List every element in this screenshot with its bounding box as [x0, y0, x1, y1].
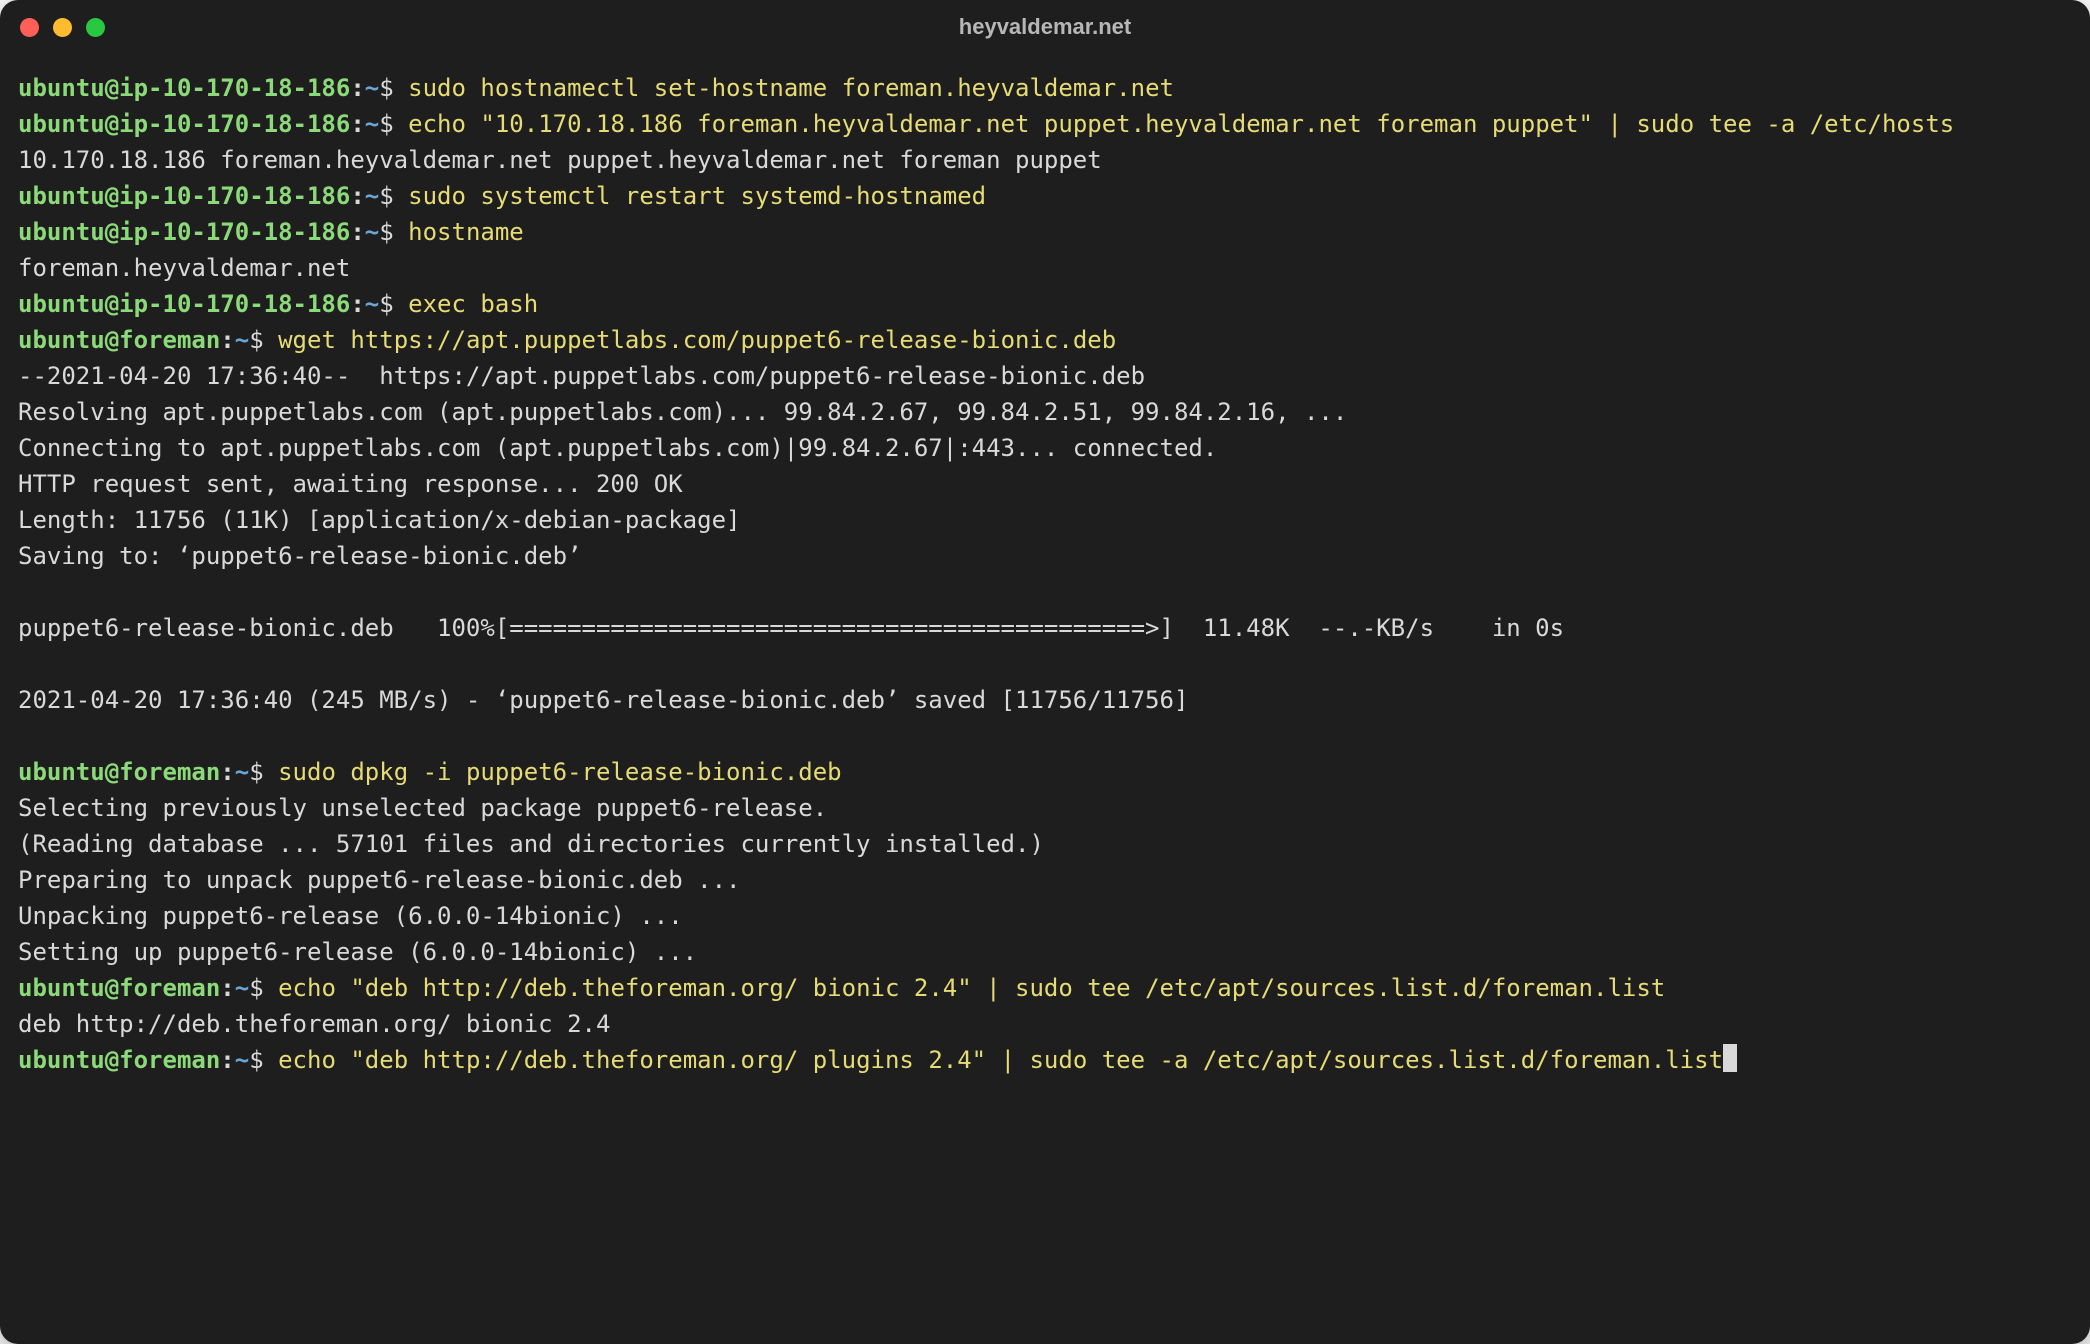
prompt-path: ~: [365, 290, 379, 318]
prompt-colon: :: [350, 290, 364, 318]
output-line: Connecting to apt.puppetlabs.com (apt.pu…: [18, 434, 1217, 462]
output-line: 10.170.18.186 foreman.heyvaldemar.net pu…: [18, 146, 1102, 174]
prompt-colon: :: [350, 182, 364, 210]
terminal-body[interactable]: ubuntu@ip-10-170-18-186:~$ sudo hostname…: [0, 54, 2090, 1096]
output-line: Preparing to unpack puppet6-release-bion…: [18, 866, 740, 894]
command-line: sudo dpkg -i puppet6-release-bionic.deb: [278, 758, 842, 786]
prompt-user: ubuntu@ip-10-170-18-186: [18, 110, 350, 138]
command-line: wget https://apt.puppetlabs.com/puppet6-…: [278, 326, 1116, 354]
prompt-path: ~: [235, 326, 249, 354]
output-line: Resolving apt.puppetlabs.com (apt.puppet…: [18, 398, 1347, 426]
output-line: foreman.heyvaldemar.net: [18, 254, 350, 282]
output-line: Saving to: ‘puppet6-release-bionic.deb’: [18, 542, 582, 570]
output-line: deb http://deb.theforeman.org/ bionic 2.…: [18, 1010, 610, 1038]
output-line: Selecting previously unselected package …: [18, 794, 827, 822]
command-line: echo "deb http://deb.theforeman.org/ bio…: [278, 974, 1665, 1002]
prompt-path: ~: [235, 974, 249, 1002]
output-line: HTTP request sent, awaiting response... …: [18, 470, 683, 498]
output-line: Setting up puppet6-release (6.0.0-14bion…: [18, 938, 697, 966]
prompt-colon: :: [220, 1046, 234, 1074]
prompt-colon: :: [220, 326, 234, 354]
command-line: hostname: [408, 218, 524, 246]
terminal-window: heyvaldemar.net ubuntu@ip-10-170-18-186:…: [0, 0, 2090, 1344]
command-line: exec bash: [408, 290, 538, 318]
prompt-user: ubuntu@ip-10-170-18-186: [18, 290, 350, 318]
prompt-dollar: $: [379, 182, 408, 210]
prompt-user: ubuntu@foreman: [18, 974, 220, 1002]
close-icon[interactable]: [20, 18, 39, 37]
command-line: sudo hostnamectl set-hostname foreman.he…: [408, 74, 1174, 102]
prompt-user: ubuntu@foreman: [18, 758, 220, 786]
prompt-user: ubuntu@foreman: [18, 326, 220, 354]
output-line: 2021-04-20 17:36:40 (245 MB/s) - ‘puppet…: [18, 686, 1188, 714]
prompt-dollar: $: [379, 74, 408, 102]
prompt-path: ~: [365, 110, 379, 138]
prompt-dollar: $: [379, 218, 408, 246]
prompt-dollar: $: [249, 326, 278, 354]
maximize-icon[interactable]: [86, 18, 105, 37]
prompt-user: ubuntu@ip-10-170-18-186: [18, 182, 350, 210]
prompt-dollar: $: [249, 758, 278, 786]
command-line: echo "10.170.18.186 foreman.heyvaldemar.…: [408, 110, 1954, 138]
prompt-path: ~: [365, 74, 379, 102]
prompt-user: ubuntu@foreman: [18, 1046, 220, 1074]
minimize-icon[interactable]: [53, 18, 72, 37]
prompt-path: ~: [235, 1046, 249, 1074]
output-line: --2021-04-20 17:36:40-- https://apt.pupp…: [18, 362, 1145, 390]
output-line: Length: 11756 (11K) [application/x-debia…: [18, 506, 740, 534]
output-line: Unpacking puppet6-release (6.0.0-14bioni…: [18, 902, 683, 930]
command-line: sudo systemctl restart systemd-hostnamed: [408, 182, 986, 210]
prompt-colon: :: [350, 74, 364, 102]
prompt-colon: :: [350, 110, 364, 138]
prompt-dollar: $: [249, 1046, 278, 1074]
cursor-icon: [1723, 1044, 1737, 1072]
prompt-colon: :: [220, 758, 234, 786]
prompt-path: ~: [365, 218, 379, 246]
output-line: (Reading database ... 57101 files and di…: [18, 830, 1044, 858]
prompt-dollar: $: [249, 974, 278, 1002]
prompt-path: ~: [365, 182, 379, 210]
prompt-path: ~: [235, 758, 249, 786]
prompt-dollar: $: [379, 290, 408, 318]
prompt-colon: :: [220, 974, 234, 1002]
prompt-user: ubuntu@ip-10-170-18-186: [18, 218, 350, 246]
window-titlebar: heyvaldemar.net: [0, 0, 2090, 54]
prompt-colon: :: [350, 218, 364, 246]
prompt-user: ubuntu@ip-10-170-18-186: [18, 74, 350, 102]
output-line: puppet6-release-bionic.deb 100%[========…: [18, 614, 1564, 642]
prompt-dollar: $: [379, 110, 408, 138]
command-line: echo "deb http://deb.theforeman.org/ plu…: [278, 1046, 1723, 1074]
traffic-lights: [20, 18, 105, 37]
window-title: heyvaldemar.net: [0, 14, 2090, 40]
